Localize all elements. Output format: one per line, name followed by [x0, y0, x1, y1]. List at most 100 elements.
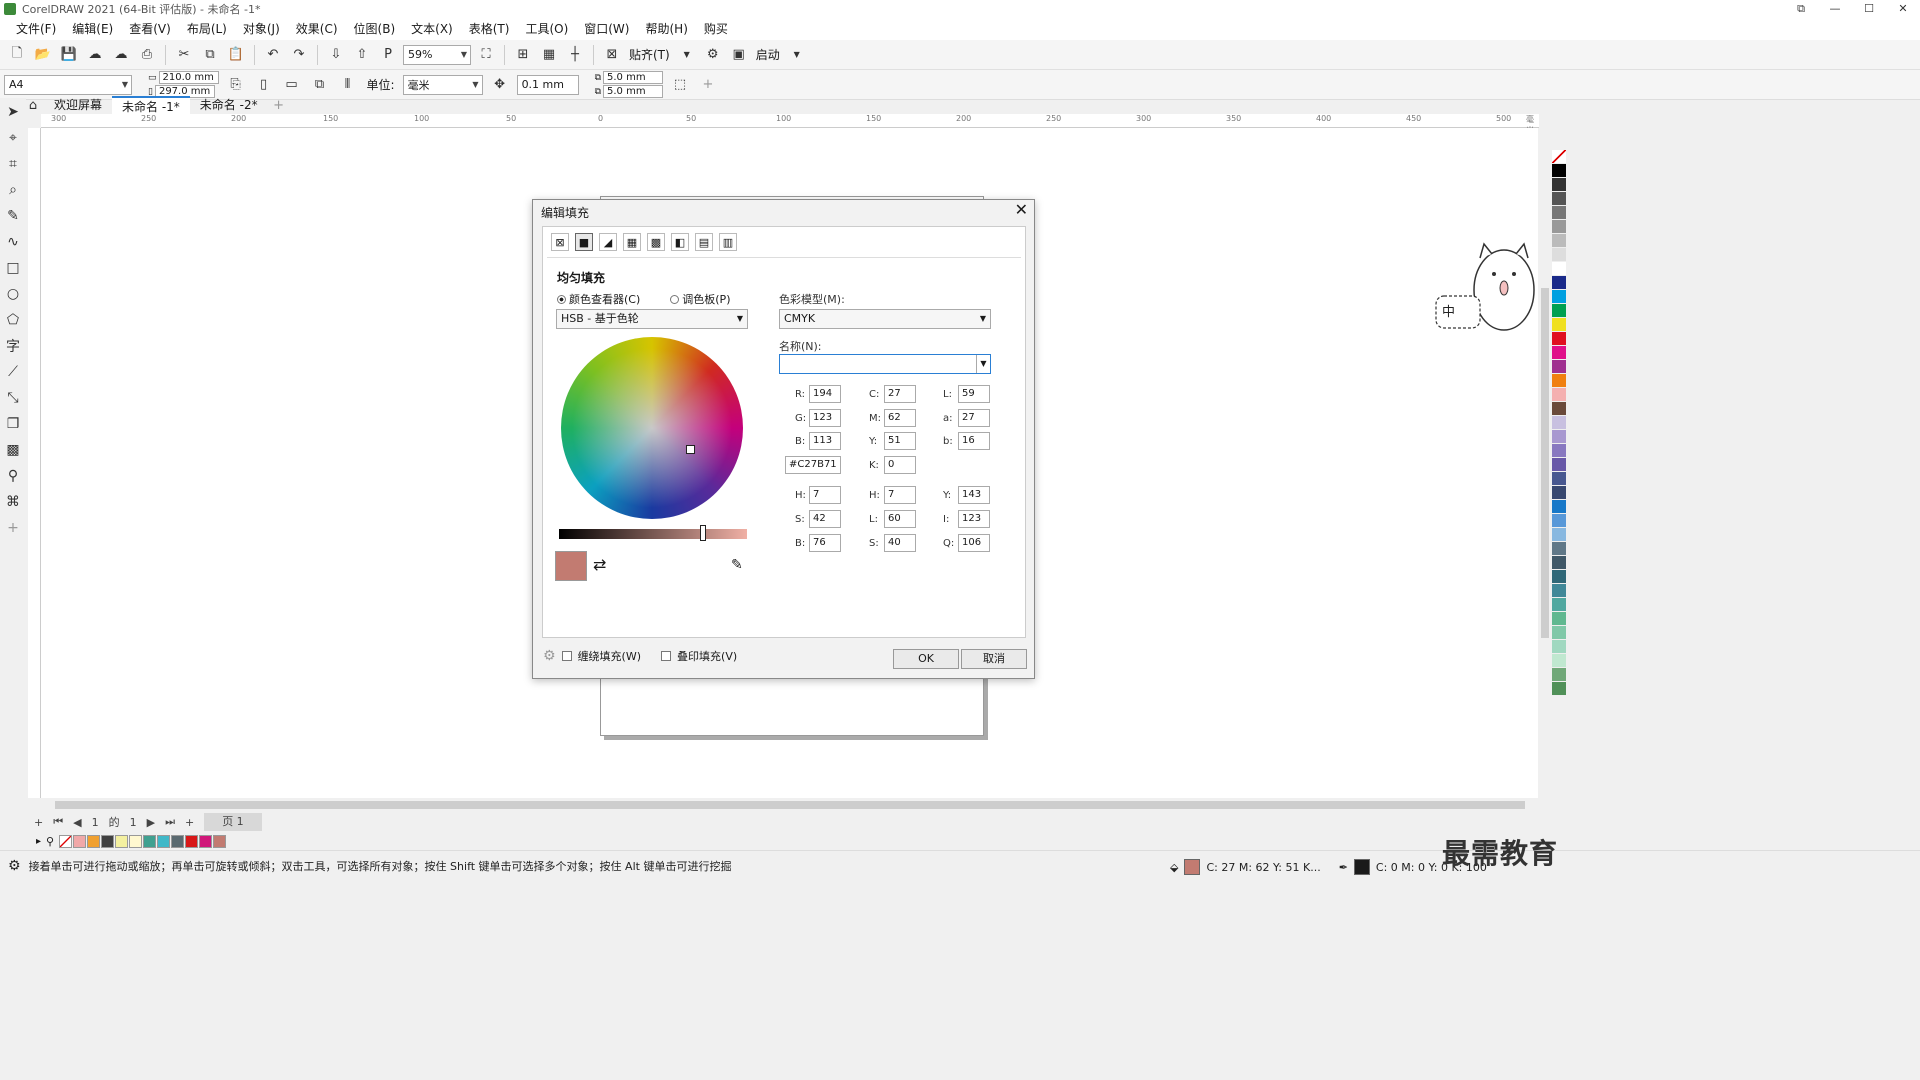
- chevron-down-icon[interactable]: ▼: [676, 44, 698, 66]
- color-swatch[interactable]: [1552, 640, 1566, 654]
- settings-gear-icon[interactable]: ⚙: [543, 648, 556, 664]
- redo-icon[interactable]: ↷: [288, 44, 310, 66]
- unit-select[interactable]: 毫米 ▼: [402, 74, 483, 95]
- menu-table[interactable]: 表格(T): [461, 18, 518, 40]
- color-swatch[interactable]: [129, 834, 143, 848]
- transparency-tool-icon[interactable]: ▩: [3, 440, 23, 460]
- color-swatch[interactable]: [1552, 682, 1566, 696]
- color-swatch[interactable]: [1552, 514, 1566, 528]
- color-swatch[interactable]: [199, 834, 213, 848]
- color-swatch[interactable]: [1552, 360, 1566, 374]
- rgb-r-input[interactable]: 194: [809, 385, 841, 403]
- ok-button[interactable]: OK: [893, 649, 959, 669]
- menu-help[interactable]: 帮助(H): [637, 18, 695, 40]
- color-swatch[interactable]: [1552, 486, 1566, 500]
- hls-h-input[interactable]: 7: [884, 486, 916, 504]
- snap-to-menu[interactable]: 贴齐(T): [627, 46, 672, 63]
- page-frame-icon[interactable]: ⬚: [669, 74, 691, 96]
- yiq-y-input[interactable]: 143: [958, 486, 990, 504]
- interactive-fill-icon[interactable]: ⌘: [3, 492, 23, 512]
- artistic-media-icon[interactable]: ∿: [3, 232, 23, 252]
- color-viewer-radio[interactable]: 颜色查看器(C): [557, 291, 640, 307]
- new-document-icon[interactable]: 🗋: [6, 44, 28, 66]
- color-swatch[interactable]: [157, 834, 171, 848]
- viewer-mode-select[interactable]: HSB - 基于色轮 ▼: [556, 309, 748, 329]
- rulers-icon[interactable]: ⊞: [512, 44, 534, 66]
- color-swatch[interactable]: [1552, 430, 1566, 444]
- cancel-button[interactable]: 取消: [961, 649, 1027, 669]
- page-tab-1[interactable]: 页 1: [204, 813, 262, 831]
- yiq-i-input[interactable]: 123: [958, 510, 990, 528]
- last-page-icon[interactable]: ⏭: [165, 815, 175, 829]
- rgb-g-input[interactable]: 123: [809, 409, 841, 427]
- brightness-slider[interactable]: [559, 529, 747, 539]
- vertical-ruler[interactable]: [28, 128, 41, 798]
- color-swatch[interactable]: [1552, 528, 1566, 542]
- export-icon[interactable]: ⇧: [351, 44, 373, 66]
- color-swatch[interactable]: [87, 834, 101, 848]
- close-icon[interactable]: ✕: [1015, 200, 1028, 219]
- lab-b-input[interactable]: 16: [958, 432, 990, 450]
- color-swatch[interactable]: [1552, 402, 1566, 416]
- chevron-down-icon[interactable]: ▼: [976, 355, 990, 373]
- next-page-icon[interactable]: ▶: [147, 816, 155, 829]
- nudge-distance-input[interactable]: 0.1 mm: [516, 74, 579, 95]
- color-model-select[interactable]: CMYK ▼: [779, 309, 991, 329]
- color-swatch[interactable]: [1552, 458, 1566, 472]
- freehand-tool-icon[interactable]: ✎: [3, 206, 23, 226]
- ellipse-tool-icon[interactable]: ○: [3, 284, 23, 304]
- color-swatch[interactable]: [1552, 346, 1566, 360]
- chevron-down-icon[interactable]: ▼: [786, 44, 808, 66]
- cmyk-m-input[interactable]: 62: [884, 409, 916, 427]
- save-icon[interactable]: 💾: [58, 44, 80, 66]
- rgb-b-input[interactable]: 113: [809, 432, 841, 450]
- color-swatch[interactable]: [1552, 500, 1566, 514]
- color-swatch[interactable]: [1552, 318, 1566, 332]
- minimize-icon[interactable]: —: [1818, 0, 1852, 18]
- hsb-b-input[interactable]: 76: [809, 534, 841, 552]
- palette-eyedropper-icon[interactable]: ⚲: [46, 835, 54, 848]
- grid-icon[interactable]: ▦: [538, 44, 560, 66]
- tab-untitled-2[interactable]: 未命名 -2*: [190, 96, 268, 114]
- no-color-swatch[interactable]: [59, 834, 73, 848]
- menu-buy[interactable]: 购买: [696, 18, 736, 40]
- copy-icon[interactable]: ⧉: [199, 44, 221, 66]
- settings-gear-icon[interactable]: ⚙: [8, 858, 21, 874]
- hls-l-input[interactable]: 60: [884, 510, 916, 528]
- color-swatch[interactable]: [1552, 388, 1566, 402]
- new-tab-icon[interactable]: +: [268, 94, 290, 116]
- all-pages-icon[interactable]: ⎘: [225, 74, 247, 96]
- launch-menu[interactable]: 启动: [754, 46, 782, 63]
- zoom-tool-icon[interactable]: ⌕: [3, 180, 23, 200]
- undo-icon[interactable]: ↶: [262, 44, 284, 66]
- open-icon[interactable]: 📂: [32, 44, 54, 66]
- all-pages-size-icon[interactable]: ⧉: [309, 74, 331, 96]
- color-swatch[interactable]: [185, 834, 199, 848]
- color-swatch[interactable]: [1552, 556, 1566, 570]
- restore-icon[interactable]: ⧉: [1784, 0, 1818, 18]
- current-page-icon[interactable]: ⫴: [337, 74, 359, 96]
- menu-file[interactable]: 文件(F): [8, 18, 64, 40]
- color-swatch[interactable]: [1552, 626, 1566, 640]
- color-swatch[interactable]: [1552, 290, 1566, 304]
- vertical-scrollbar[interactable]: [1538, 128, 1552, 798]
- page-width-input[interactable]: 210.0 mm: [158, 71, 219, 84]
- guidelines-icon[interactable]: ┼: [564, 44, 586, 66]
- color-swatch[interactable]: [1552, 542, 1566, 556]
- first-page-icon[interactable]: ⏮: [53, 815, 63, 829]
- prev-page-icon[interactable]: ◀: [73, 816, 81, 829]
- tab-welcome[interactable]: 欢迎屏幕: [44, 96, 112, 114]
- lab-l-input[interactable]: 59: [958, 385, 990, 403]
- menu-tools[interactable]: 工具(O): [517, 18, 576, 40]
- horizontal-scrollbar[interactable]: [41, 798, 1539, 812]
- color-swatch[interactable]: [1552, 248, 1566, 262]
- hsb-s-input[interactable]: 42: [809, 510, 841, 528]
- import-icon[interactable]: ⇩: [325, 44, 347, 66]
- overprint-fill-checkbox[interactable]: [661, 651, 672, 661]
- maximize-icon[interactable]: ☐: [1852, 0, 1886, 18]
- color-swatch[interactable]: [1552, 178, 1566, 192]
- menu-window[interactable]: 窗口(W): [576, 18, 637, 40]
- bitmap-pattern-icon[interactable]: ▩: [647, 233, 665, 251]
- color-swatch[interactable]: [1552, 584, 1566, 598]
- print-icon[interactable]: ⎙: [136, 44, 158, 66]
